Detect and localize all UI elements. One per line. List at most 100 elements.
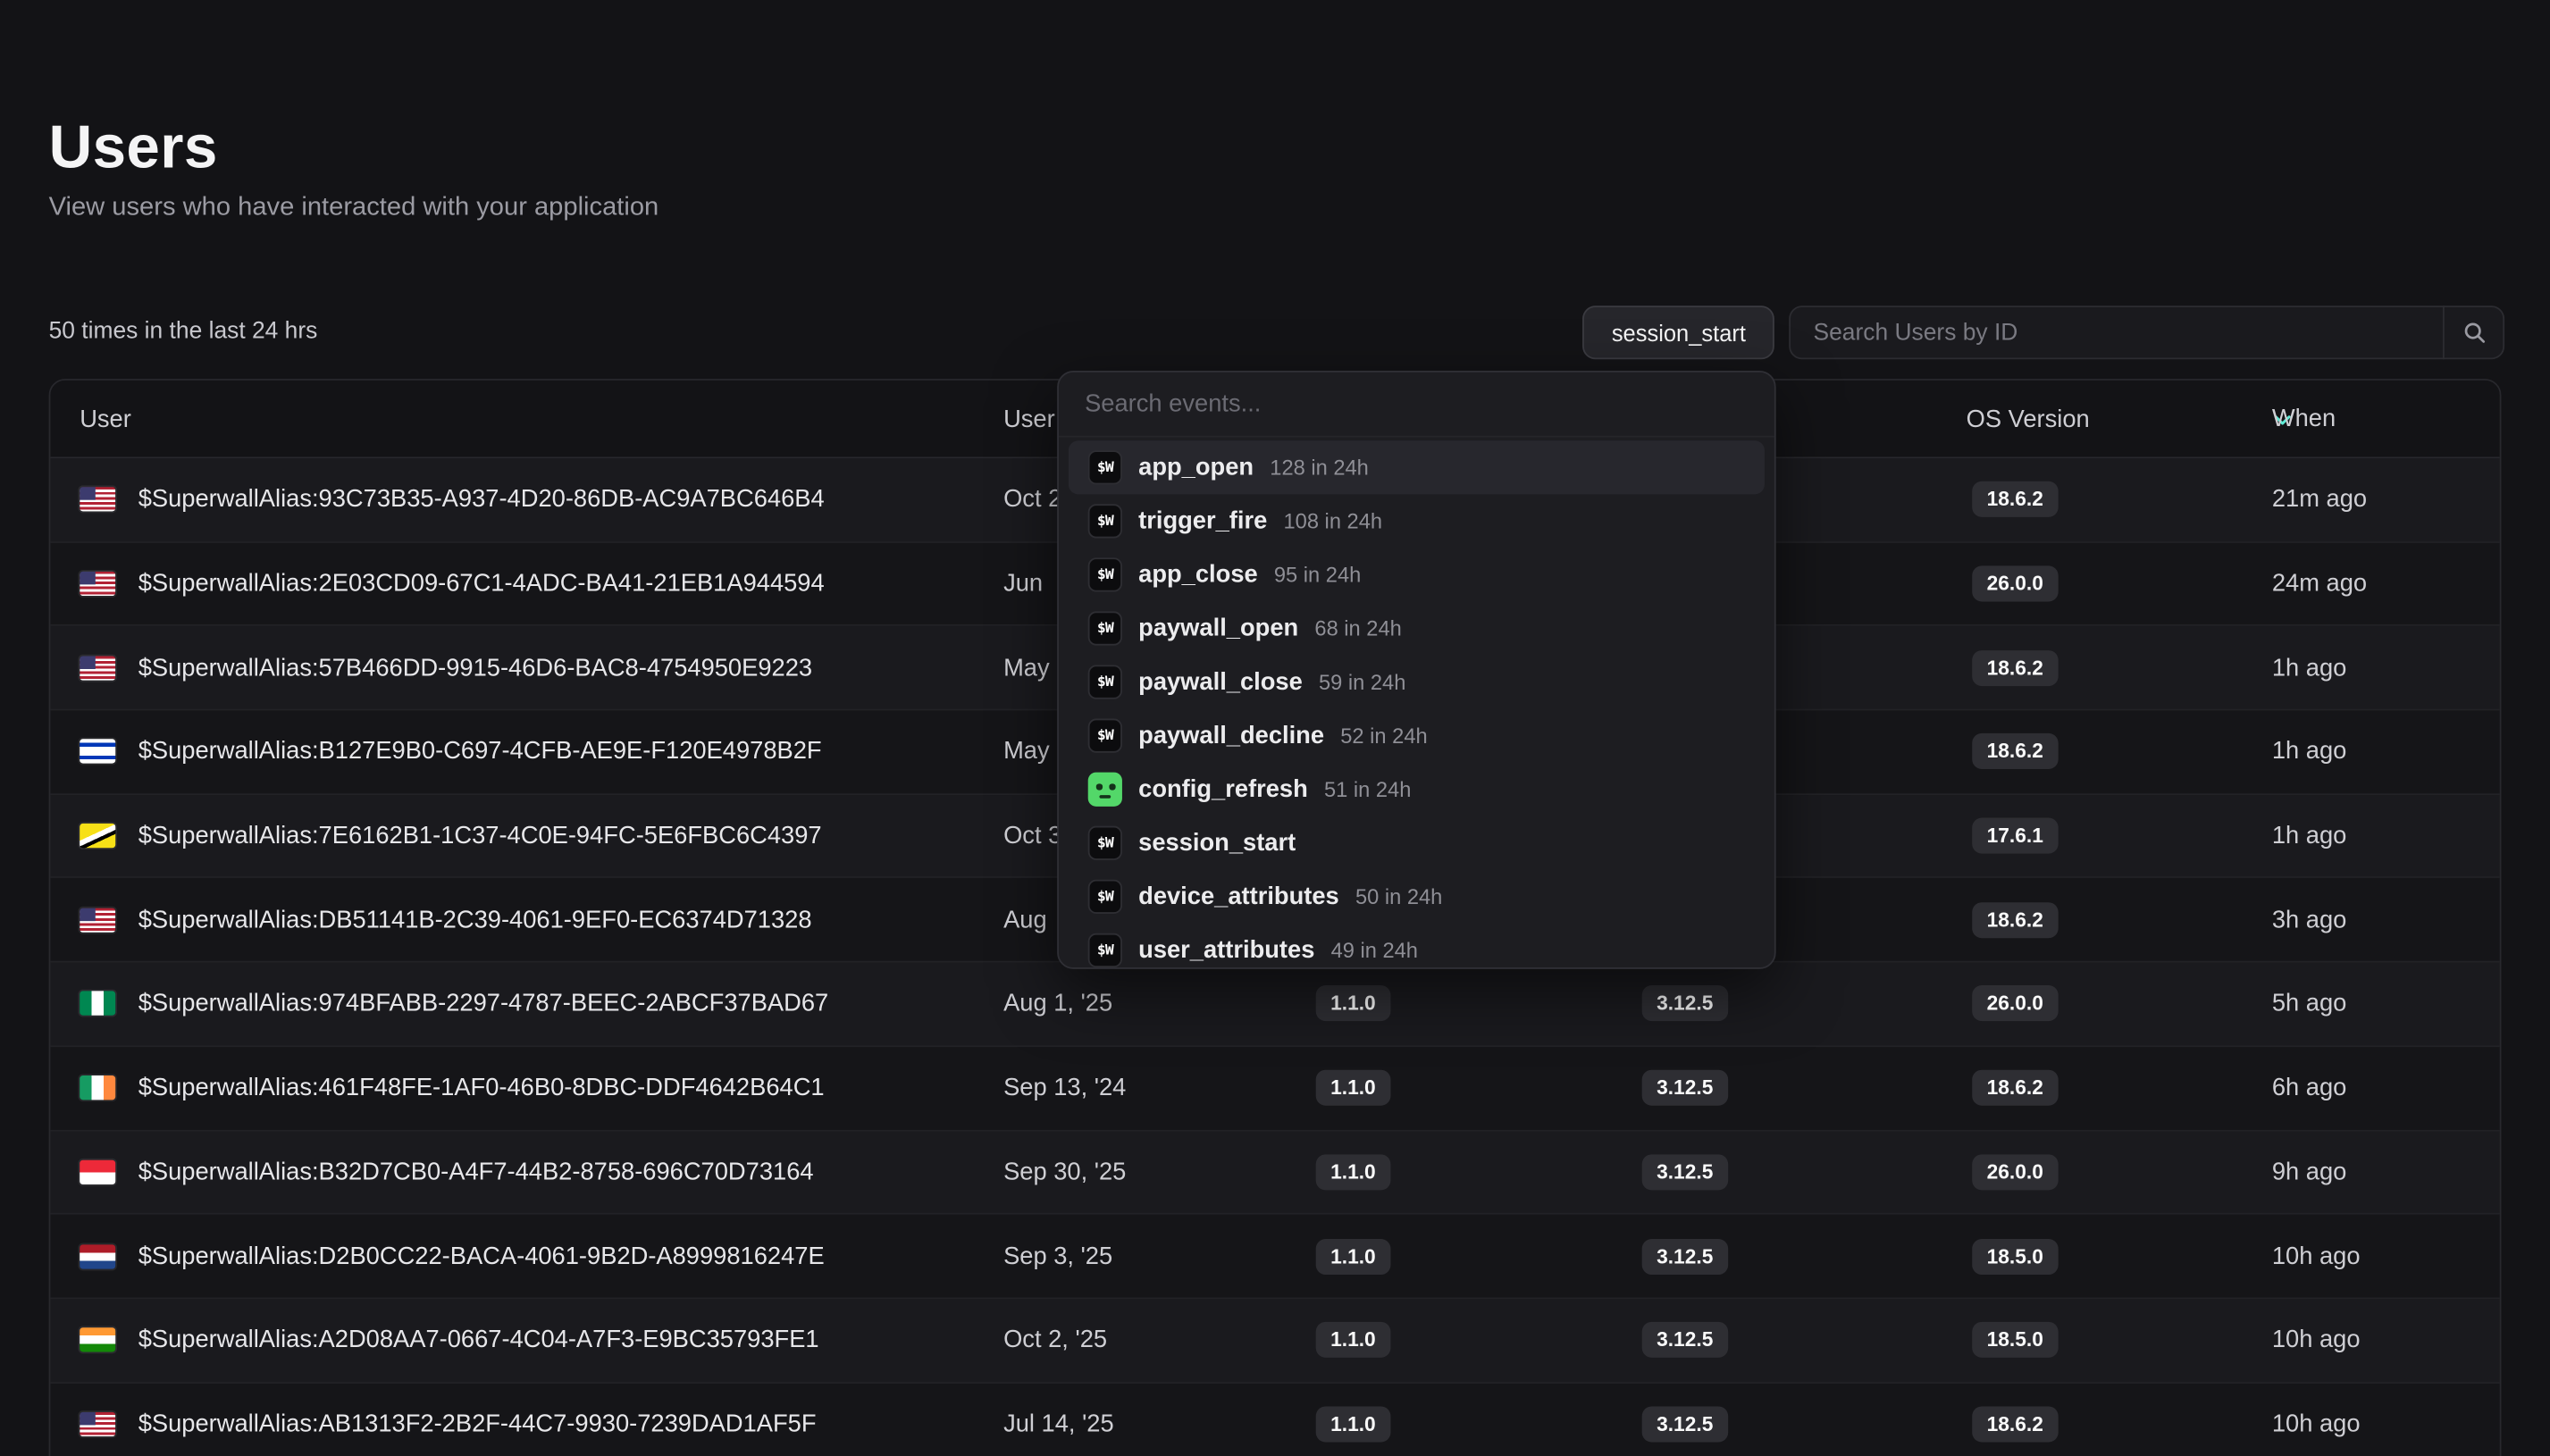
event-count: 51 in 24h	[1324, 777, 1411, 801]
event-icon: $W	[1088, 933, 1122, 967]
page-title: Users	[49, 113, 218, 181]
sdk-version-badge: 3.12.5	[1642, 1322, 1728, 1358]
os-version-badge: 18.6.2	[1972, 650, 2058, 686]
user-alias: $SuperwallAlias:57B466DD-9915-46D6-BAC8-…	[138, 654, 812, 682]
user-search-input[interactable]	[1791, 307, 2443, 357]
country-flag-icon	[80, 740, 115, 764]
country-flag-icon	[80, 1159, 115, 1184]
country-flag-icon	[80, 1412, 115, 1436]
event-count: 108 in 24h	[1284, 509, 1383, 533]
event-search-input[interactable]	[1059, 372, 1774, 438]
when-cell: 1h ago	[2272, 822, 2347, 849]
user-since-cell: Oct 3	[1003, 822, 1061, 849]
app-version-badge: 1.1.0	[1316, 1322, 1390, 1358]
app-version-badge: 1.1.0	[1316, 1406, 1390, 1442]
event-filter-button[interactable]: session_start	[1582, 305, 1775, 359]
table-row[interactable]: $SuperwallAlias:D2B0CC22-BACA-4061-9B2D-…	[50, 1215, 2499, 1299]
event-icon: $W	[1088, 611, 1122, 645]
event-name: paywall_open	[1138, 615, 1298, 642]
app-version-badge: 1.1.0	[1316, 986, 1390, 1022]
event-list-item[interactable]: $W app_open 128 in 24h	[1069, 440, 1765, 494]
event-icon: $W	[1088, 880, 1122, 914]
event-list-item[interactable]: config_refresh 51 in 24h	[1069, 763, 1765, 816]
os-version-badge: 18.5.0	[1972, 1322, 2058, 1358]
user-since-cell: Sep 30, '25	[1003, 1159, 1126, 1186]
sdk-version-badge: 3.12.5	[1642, 1070, 1728, 1106]
user-since-cell: Sep 3, '25	[1003, 1243, 1112, 1270]
event-count: 59 in 24h	[1319, 670, 1405, 694]
os-version-badge: 26.0.0	[1972, 1154, 2058, 1190]
user-since-cell: May	[1003, 654, 1050, 682]
user-since-cell: Jul 14, '25	[1003, 1410, 1114, 1438]
country-flag-icon	[80, 1328, 115, 1352]
os-version-badge: 18.6.2	[1972, 1070, 2058, 1106]
when-cell: 10h ago	[2272, 1243, 2361, 1270]
app-version-badge: 1.1.0	[1316, 1238, 1390, 1274]
app-version-badge: 1.1.0	[1316, 1154, 1390, 1190]
event-count: 95 in 24h	[1274, 563, 1361, 587]
event-icon: $W	[1088, 504, 1122, 538]
event-name: paywall_decline	[1138, 722, 1324, 749]
event-name: app_close	[1138, 561, 1258, 589]
event-list-item[interactable]: $W paywall_open 68 in 24h	[1069, 601, 1765, 655]
users-page: Users View users who have interacted wit…	[0, 0, 2550, 1456]
event-icon: $W	[1088, 665, 1122, 699]
os-version-badge: 18.6.2	[1972, 481, 2058, 517]
event-list-item[interactable]: $W app_close 95 in 24h	[1069, 548, 1765, 601]
event-list-item[interactable]: $W device_attributes 50 in 24h	[1069, 870, 1765, 924]
user-alias: $SuperwallAlias:B32D7CB0-A4F7-44B2-8758-…	[138, 1159, 814, 1186]
event-list-item[interactable]: $W user_attributes 49 in 24h	[1069, 924, 1765, 969]
event-name: paywall_close	[1138, 668, 1303, 696]
when-cell: 24m ago	[2272, 570, 2367, 598]
user-since-cell: Aug 1, '25	[1003, 990, 1112, 1017]
country-flag-icon	[80, 908, 115, 932]
event-list-item[interactable]: $W session_start	[1069, 816, 1765, 870]
table-row[interactable]: $SuperwallAlias:461F48FE-1AF0-46B0-8DBC-…	[50, 1047, 2499, 1131]
search-icon	[2445, 321, 2504, 345]
table-row[interactable]: $SuperwallAlias:B32D7CB0-A4F7-44B2-8758-…	[50, 1131, 2499, 1215]
event-count: 52 in 24h	[1340, 724, 1427, 748]
user-alias: $SuperwallAlias:B127E9B0-C697-4CFB-AE9E-…	[138, 738, 822, 766]
user-since-cell: Oct 2	[1003, 486, 1061, 514]
user-alias: $SuperwallAlias:974BFABB-2297-4787-BEEC-…	[138, 990, 829, 1017]
when-cell: 5h ago	[2272, 990, 2347, 1017]
col-header-when[interactable]: When	[2272, 408, 2294, 430]
event-list-item[interactable]: $W paywall_decline 52 in 24h	[1069, 709, 1765, 763]
user-since-cell: Aug	[1003, 906, 1047, 933]
country-flag-icon	[80, 572, 115, 596]
event-icon: $W	[1088, 450, 1122, 484]
country-flag-icon	[80, 992, 115, 1016]
user-since-cell: Sep 13, '24	[1003, 1075, 1126, 1102]
country-flag-icon	[80, 1075, 115, 1100]
event-count-text: 50 times in the last 24 hrs	[49, 305, 318, 359]
when-cell: 6h ago	[2272, 1075, 2347, 1102]
event-icon: $W	[1088, 557, 1122, 591]
col-header-os-version: OS Version	[1967, 405, 2090, 432]
table-row[interactable]: $SuperwallAlias:974BFABB-2297-4787-BEEC-…	[50, 963, 2499, 1047]
when-cell: 9h ago	[2272, 1159, 2347, 1186]
event-name: trigger_fire	[1138, 507, 1267, 535]
event-count: 68 in 24h	[1314, 616, 1401, 640]
event-name: session_start	[1138, 829, 1296, 857]
user-since-cell: Oct 2, '25	[1003, 1326, 1107, 1354]
user-alias: $SuperwallAlias:AB1313F2-2B2F-44C7-9930-…	[138, 1410, 817, 1438]
event-count: 50 in 24h	[1355, 884, 1442, 908]
user-alias: $SuperwallAlias:461F48FE-1AF0-46B0-8DBC-…	[138, 1075, 825, 1102]
user-since-cell: Jun	[1003, 570, 1043, 598]
user-alias: $SuperwallAlias:93C73B35-A937-4D20-86DB-…	[138, 486, 825, 514]
event-list-item[interactable]: $W trigger_fire 108 in 24h	[1069, 494, 1765, 548]
event-icon	[1088, 773, 1122, 807]
event-icon: $W	[1088, 826, 1122, 860]
os-version-badge: 18.6.2	[1972, 734, 2058, 770]
os-version-badge: 18.5.0	[1972, 1238, 2058, 1274]
table-row[interactable]: $SuperwallAlias:AB1313F2-2B2F-44C7-9930-…	[50, 1383, 2499, 1456]
event-list-item[interactable]: $W paywall_close 59 in 24h	[1069, 656, 1765, 709]
table-row[interactable]: $SuperwallAlias:A2D08AA7-0667-4C04-A7F3-…	[50, 1299, 2499, 1383]
when-cell: 10h ago	[2272, 1326, 2361, 1354]
when-cell: 1h ago	[2272, 654, 2347, 682]
user-alias: $SuperwallAlias:A2D08AA7-0667-4C04-A7F3-…	[138, 1326, 819, 1354]
event-search-dropdown: $W app_open 128 in 24h $W trigger_fire 1…	[1057, 371, 1776, 969]
event-icon: $W	[1088, 719, 1122, 753]
event-list: $W app_open 128 in 24h $W trigger_fire 1…	[1059, 438, 1774, 969]
sdk-version-badge: 3.12.5	[1642, 1406, 1728, 1442]
